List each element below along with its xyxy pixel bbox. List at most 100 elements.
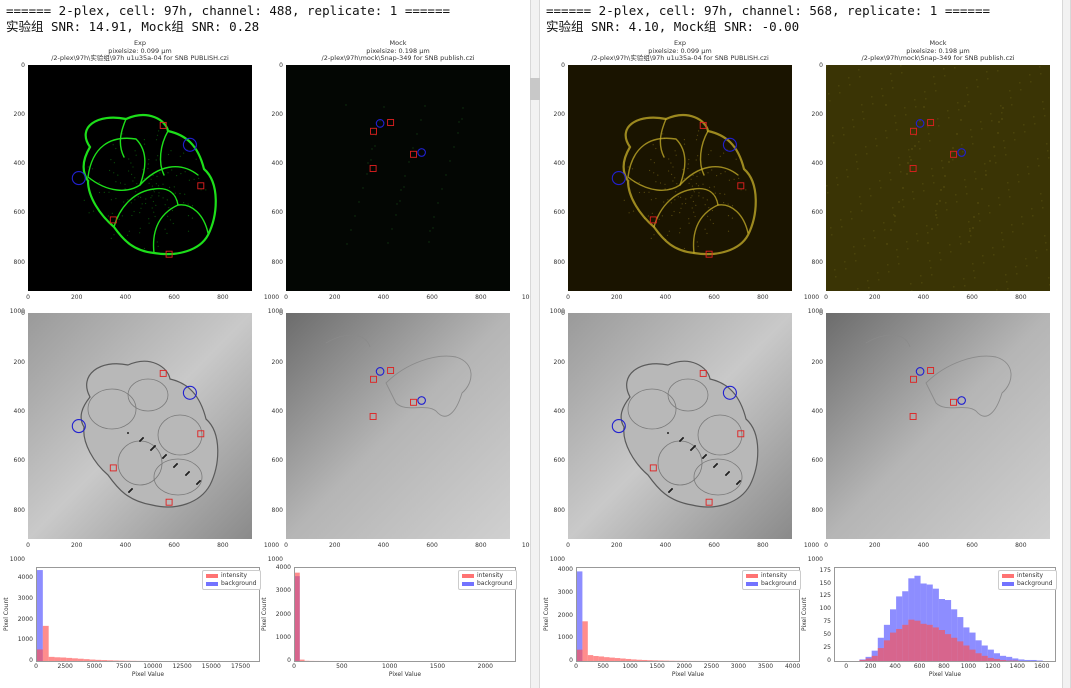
hist-bar-intensity [72, 658, 78, 661]
hist-bar-background [577, 571, 583, 661]
legend-label-background: background [221, 580, 257, 587]
hist-xtick-label: 0 [292, 663, 296, 670]
hist-xtick-label: 1500 [429, 663, 446, 670]
hist-bar-intensity [987, 657, 994, 661]
image-ytick-label: 600 [13, 209, 25, 217]
hist-ytick-label: 2000 [17, 615, 33, 623]
image-xtick-label: 400 [917, 542, 930, 549]
panel-channel-568: ====== 2-plex, cell: 97h, channel: 568, … [540, 0, 1071, 688]
hist-xtick-label: 0 [574, 663, 578, 670]
image-ytick-label: 800 [811, 506, 823, 514]
hist-ytick-label: 4000 [557, 566, 573, 574]
channel-header: ====== 2-plex, cell: 97h, channel: 488, … [6, 3, 451, 18]
image-ytick-label: 800 [13, 258, 25, 266]
legend-label-background: background [477, 580, 513, 587]
hist-ytick-label: 2000 [275, 610, 291, 618]
image-ytick-label: 800 [13, 506, 25, 514]
hist-ytick-label: 100 [819, 605, 831, 613]
hist-xtick-label: 1000 [382, 663, 398, 670]
legend-swatch-background [1002, 581, 1014, 586]
image-ytick-label: 400 [553, 408, 565, 416]
image-ytick-label: 0 [819, 62, 823, 69]
hist-ytick-label: 0 [287, 657, 291, 664]
hist-xlabel: Pixel Value [928, 671, 962, 678]
hist-ylabel: Pixel Count [3, 596, 10, 631]
hist-bar-intensity [957, 641, 964, 661]
hist-xtick-label: 2000 [676, 663, 692, 670]
image-ytick-label: 400 [271, 160, 283, 168]
image-xtick-label: 800 [757, 294, 769, 301]
hist-bar-intensity [295, 572, 300, 661]
hist-bar-intensity [981, 655, 988, 661]
hist-xtick-label: 2500 [57, 663, 73, 670]
image-xtick-label: 800 [1015, 542, 1027, 549]
legend-swatch-background [746, 581, 758, 586]
hist-xtick-label: 500 [336, 663, 348, 670]
image-xtick-label: 0 [566, 294, 570, 301]
image-xtick-label: 0 [566, 542, 570, 549]
scrollbar-thumb[interactable] [530, 78, 540, 100]
hist-bar-intensity [932, 627, 939, 661]
hist-legend: intensity background [742, 570, 801, 590]
hist-ylabel: Pixel Count [543, 596, 550, 631]
hist-bar-intensity [647, 660, 653, 661]
image-ytick-label: 0 [561, 310, 565, 317]
image-xtick-label: 0 [26, 542, 30, 549]
image-xtick-label: 0 [284, 542, 288, 549]
image-xtick-label: 800 [757, 542, 769, 549]
image-ytick-label: 1000 [549, 555, 565, 563]
image-ytick-label: 600 [271, 457, 283, 465]
hist-xtick-label: 2500 [703, 663, 720, 670]
hist-bar-intensity [920, 623, 927, 661]
hist-xtick-label: 17500 [230, 663, 251, 670]
hist-bar-intensity [641, 659, 648, 661]
snr-summary: 实验组 SNR: 4.10, Mock组 SNR: -0.00 [546, 19, 800, 34]
legend-entry-background: background [462, 580, 513, 588]
hist-bar-intensity [582, 621, 588, 661]
hist-xtick-label: 3000 [730, 663, 747, 670]
image-ytick-label: 200 [13, 359, 25, 367]
image-ytick-label: 600 [553, 209, 565, 217]
hist-ytick-label: 125 [819, 592, 831, 600]
image-ytick-label: 0 [21, 310, 25, 317]
hist-ytick-label: 4000 [275, 564, 291, 571]
hist-bar-intensity [620, 658, 626, 661]
hist-xtick-label: 7500 [115, 663, 132, 670]
image-xtick-label: 600 [426, 542, 438, 549]
image-ytick-label: 0 [561, 62, 565, 69]
image-ytick-label: 0 [819, 310, 823, 317]
hist-bar-background [37, 570, 43, 661]
hist-bar-intensity [609, 657, 615, 661]
scrollbar-track[interactable] [1062, 0, 1071, 688]
hist-xtick-label: 1000 [622, 663, 638, 670]
image-ytick-label: 1000 [807, 555, 823, 563]
image-xtick-label: 400 [659, 542, 672, 549]
legend-entry-intensity: intensity [462, 572, 513, 580]
legend-entry-intensity: intensity [746, 572, 797, 580]
image-xtick-label: 800 [475, 542, 487, 549]
hist-ytick-label: 1000 [557, 634, 573, 642]
legend-entry-intensity: intensity [1002, 572, 1053, 580]
hist-xtick-label: 1500 [649, 663, 665, 670]
image-ytick-label: 0 [279, 62, 283, 69]
image-xtick-label: 0 [284, 294, 288, 301]
image-ytick-label: 400 [13, 408, 25, 416]
image-ytick-label: 400 [13, 160, 25, 168]
hist-bar-intensity [877, 648, 884, 661]
hist-bar-intensity [902, 624, 909, 661]
hist-ytick-label: 2000 [557, 611, 573, 619]
legend-label-background: background [1017, 580, 1053, 587]
image-ytick-label: 200 [553, 359, 565, 367]
image-xtick-label: 0 [26, 294, 30, 301]
image-ytick-label: 600 [811, 457, 823, 465]
image-ytick-label: 800 [553, 506, 565, 514]
image-ytick-label: 800 [271, 258, 283, 266]
hist-ylabel: Pixel Count [261, 596, 268, 631]
hist-ytick-label: 150 [819, 579, 831, 587]
hist-xtick-label: 3500 [757, 663, 774, 670]
hist-ytick-label: 1000 [17, 636, 33, 644]
image-ytick-label: 1000 [9, 555, 25, 563]
image-xtick-label: 400 [917, 294, 930, 301]
hist-bar-intensity [883, 640, 890, 661]
hist-bar-intensity [896, 628, 903, 661]
